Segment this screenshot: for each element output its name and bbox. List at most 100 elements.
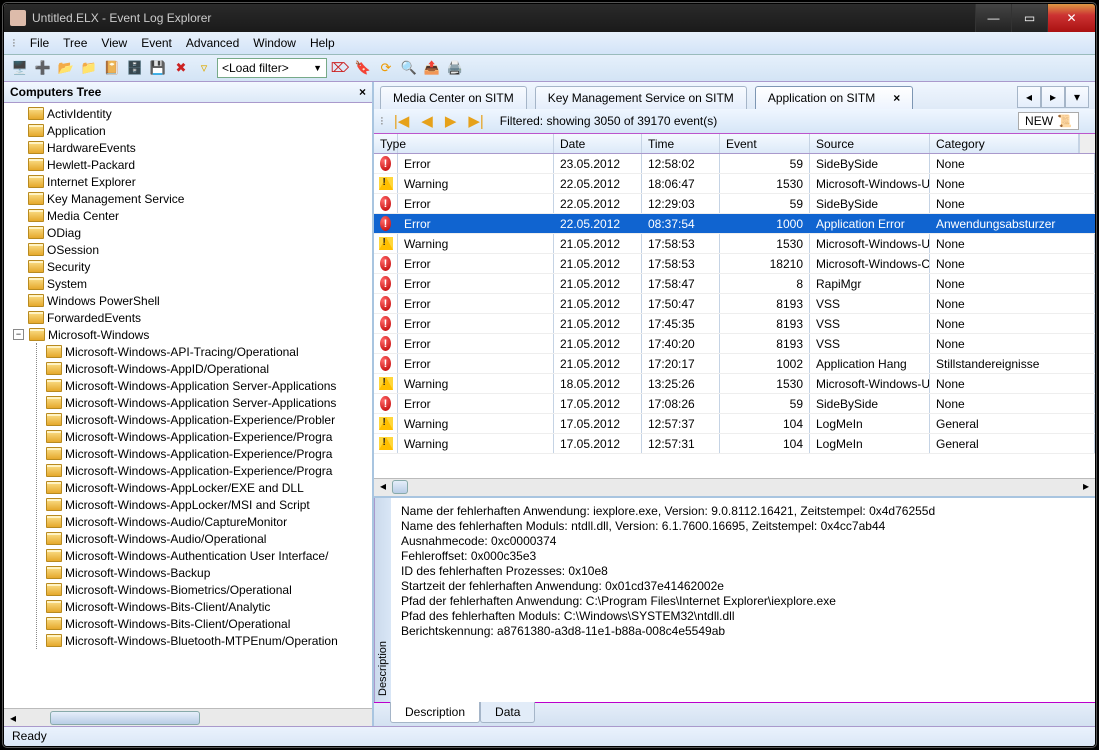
col-time[interactable]: Time bbox=[642, 134, 720, 153]
tab-data[interactable]: Data bbox=[480, 702, 535, 723]
tool-add-computer-icon[interactable]: 🖥️ bbox=[10, 58, 30, 78]
tree-scrollbar[interactable]: ◂ bbox=[4, 708, 372, 726]
description-body[interactable]: Name der fehlerhaften Anwendung: iexplor… bbox=[391, 498, 1095, 702]
table-row[interactable]: !Error22.05.201208:37:541000Application … bbox=[374, 214, 1095, 234]
table-row[interactable]: !Error21.05.201217:50:478193VSSNone bbox=[374, 294, 1095, 314]
tool-db-icon[interactable]: 🗄️ bbox=[125, 58, 145, 78]
new-badge[interactable]: NEW📜 bbox=[1018, 112, 1079, 130]
tree-item[interactable]: Key Management Service bbox=[28, 190, 372, 207]
tree-item[interactable]: ODiag bbox=[28, 224, 372, 241]
tree-item[interactable]: Hewlett-Packard bbox=[28, 156, 372, 173]
table-row[interactable]: Warning18.05.201213:25:261530Microsoft-W… bbox=[374, 374, 1095, 394]
tab-prev-icon[interactable]: ◂ bbox=[1017, 86, 1041, 108]
table-row[interactable]: Warning22.05.201218:06:471530Microsoft-W… bbox=[374, 174, 1095, 194]
tab-menu-icon[interactable]: ▾ bbox=[1065, 86, 1089, 108]
tree-item-expandable[interactable]: −Microsoft-Windows bbox=[13, 326, 372, 343]
tree-item[interactable]: Microsoft-Windows-API-Tracing/Operationa… bbox=[46, 343, 372, 360]
event-grid[interactable]: Type Date Time Event Source Category !Er… bbox=[374, 134, 1095, 478]
tool-clear-filter-icon[interactable]: ⌦ bbox=[330, 58, 350, 78]
tab-next-icon[interactable]: ▸ bbox=[1041, 86, 1065, 108]
tree-item[interactable]: Application bbox=[28, 122, 372, 139]
menu-event[interactable]: Event bbox=[141, 36, 172, 50]
tool-filter-icon[interactable]: ▿ bbox=[194, 58, 214, 78]
tree-item[interactable]: Windows PowerShell bbox=[28, 292, 372, 309]
tree-item[interactable]: Microsoft-Windows-Application-Experience… bbox=[46, 462, 372, 479]
tab-description[interactable]: Description bbox=[390, 702, 480, 723]
close-button[interactable]: ✕ bbox=[1047, 4, 1095, 32]
tree-item[interactable]: Internet Explorer bbox=[28, 173, 372, 190]
col-type[interactable]: Type bbox=[374, 134, 554, 153]
tool-find-icon[interactable]: 🔍 bbox=[399, 58, 419, 78]
titlebar[interactable]: Untitled.ELX - Event Log Explorer — ▭ ✕ bbox=[4, 4, 1095, 32]
table-row[interactable]: !Error21.05.201217:40:208193VSSNone bbox=[374, 334, 1095, 354]
tree-item[interactable]: Microsoft-Windows-Audio/CaptureMonitor bbox=[46, 513, 372, 530]
tree-item[interactable]: Microsoft-Windows-Application-Experience… bbox=[46, 411, 372, 428]
menu-advanced[interactable]: Advanced bbox=[186, 36, 239, 50]
tree-item[interactable]: Microsoft-Windows-Audio/Operational bbox=[46, 530, 372, 547]
table-row[interactable]: !Error21.05.201217:45:358193VSSNone bbox=[374, 314, 1095, 334]
tool-add-group-icon[interactable]: ➕ bbox=[33, 58, 53, 78]
table-row[interactable]: !Error21.05.201217:58:5318210Microsoft-W… bbox=[374, 254, 1095, 274]
tool-save-icon[interactable]: 💾 bbox=[148, 58, 168, 78]
tree-item[interactable]: ForwardedEvents bbox=[28, 309, 372, 326]
tool-open-icon[interactable]: 📂 bbox=[56, 58, 76, 78]
tree-item[interactable]: ActivIdentity bbox=[28, 105, 372, 122]
tool-refresh-icon[interactable]: ⟳ bbox=[376, 58, 396, 78]
tree-item[interactable]: Microsoft-Windows-Bits-Client/Operationa… bbox=[46, 615, 372, 632]
grid-hscroll[interactable]: ◂ ▸ bbox=[374, 478, 1095, 496]
nav-last-icon[interactable]: ▶| bbox=[466, 112, 485, 130]
grid-header[interactable]: Type Date Time Event Source Category bbox=[374, 134, 1095, 154]
tree-item[interactable]: Microsoft-Windows-Application-Experience… bbox=[46, 428, 372, 445]
tree-item[interactable]: Security bbox=[28, 258, 372, 275]
tool-bookmark-icon[interactable]: 🔖 bbox=[353, 58, 373, 78]
menu-tree[interactable]: Tree bbox=[63, 36, 87, 50]
nav-prev-icon[interactable]: ◀ bbox=[419, 112, 435, 130]
col-event[interactable]: Event bbox=[720, 134, 810, 153]
table-row[interactable]: !Error21.05.201217:58:478RapiMgrNone bbox=[374, 274, 1095, 294]
tree-item[interactable]: Microsoft-Windows-Bits-Client/Analytic bbox=[46, 598, 372, 615]
computers-tree[interactable]: ActivIdentityApplicationHardwareEventsHe… bbox=[4, 103, 372, 708]
tree-item[interactable]: Microsoft-Windows-Application Server-App… bbox=[46, 394, 372, 411]
tool-delete-icon[interactable]: ✖ bbox=[171, 58, 191, 78]
tree-item[interactable]: Microsoft-Windows-AppLocker/MSI and Scri… bbox=[46, 496, 372, 513]
tree-item[interactable]: Media Center bbox=[28, 207, 372, 224]
collapse-icon[interactable]: − bbox=[13, 329, 24, 340]
tab-kms[interactable]: Key Management Service on SITM bbox=[535, 86, 747, 109]
tree-close-icon[interactable]: × bbox=[359, 85, 366, 99]
tab-media-center[interactable]: Media Center on SITM bbox=[380, 86, 527, 109]
tree-item[interactable]: OSession bbox=[28, 241, 372, 258]
nav-first-icon[interactable]: |◀ bbox=[392, 112, 411, 130]
table-row[interactable]: !Error21.05.201217:20:171002Application … bbox=[374, 354, 1095, 374]
tree-item[interactable]: Microsoft-Windows-Backup bbox=[46, 564, 372, 581]
tree-item[interactable]: Microsoft-Windows-AppLocker/EXE and DLL bbox=[46, 479, 372, 496]
load-filter-combo[interactable]: <Load filter>▼ bbox=[217, 58, 327, 78]
table-row[interactable]: !Error22.05.201212:29:0359SideBySideNone bbox=[374, 194, 1095, 214]
tool-export-icon[interactable]: 📤 bbox=[422, 58, 442, 78]
menu-file[interactable]: File bbox=[30, 36, 49, 50]
table-row[interactable]: Warning17.05.201212:57:31104LogMeInGener… bbox=[374, 434, 1095, 454]
tree-item[interactable]: Microsoft-Windows-Biometrics/Operational bbox=[46, 581, 372, 598]
tool-folder-icon[interactable]: 📔 bbox=[102, 58, 122, 78]
table-row[interactable]: Warning21.05.201217:58:531530Microsoft-W… bbox=[374, 234, 1095, 254]
table-row[interactable]: Warning17.05.201212:57:37104LogMeInGener… bbox=[374, 414, 1095, 434]
tree-item[interactable]: HardwareEvents bbox=[28, 139, 372, 156]
tree-item[interactable]: Microsoft-Windows-Bluetooth-MTPEnum/Oper… bbox=[46, 632, 372, 649]
nav-next-icon[interactable]: ▶ bbox=[443, 112, 459, 130]
tree-item[interactable]: System bbox=[28, 275, 372, 292]
tree-item[interactable]: Microsoft-Windows-Application-Experience… bbox=[46, 445, 372, 462]
col-source[interactable]: Source bbox=[810, 134, 930, 153]
menu-view[interactable]: View bbox=[101, 36, 127, 50]
tree-item[interactable]: Microsoft-Windows-AppID/Operational bbox=[46, 360, 372, 377]
tool-print-icon[interactable]: 🖨️ bbox=[445, 58, 465, 78]
minimize-button[interactable]: — bbox=[975, 4, 1011, 32]
menu-window[interactable]: Window bbox=[253, 36, 296, 50]
col-category[interactable]: Category bbox=[930, 134, 1079, 153]
tab-close-icon[interactable]: × bbox=[893, 91, 900, 105]
table-row[interactable]: !Error23.05.201212:58:0259SideBySideNone bbox=[374, 154, 1095, 174]
tab-application[interactable]: Application on SITM× bbox=[755, 86, 913, 109]
tree-item[interactable]: Microsoft-Windows-Application Server-App… bbox=[46, 377, 372, 394]
tool-open2-icon[interactable]: 📁 bbox=[79, 58, 99, 78]
maximize-button[interactable]: ▭ bbox=[1011, 4, 1047, 32]
col-date[interactable]: Date bbox=[554, 134, 642, 153]
menu-help[interactable]: Help bbox=[310, 36, 335, 50]
